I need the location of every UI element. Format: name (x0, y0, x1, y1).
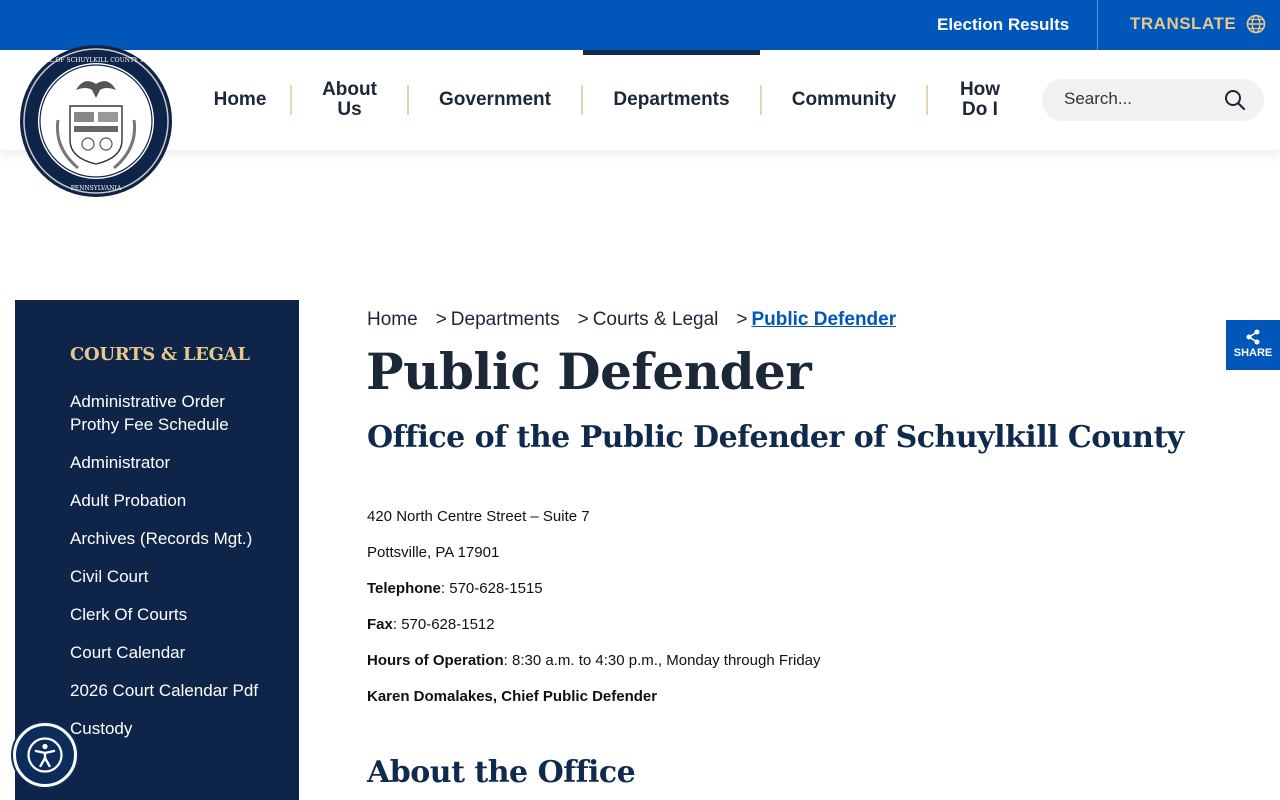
nav-about-us[interactable]: About Us (292, 50, 407, 150)
breadcrumb-home[interactable]: Home (367, 309, 418, 331)
sidebar-title[interactable]: COURTS & LEGAL (70, 344, 250, 365)
sidebar-item-court-calendar[interactable]: Court Calendar (70, 641, 260, 664)
translate-label: TRANSLATE (1130, 14, 1237, 33)
seal-text-bottom: PENNSYLVANIA (71, 185, 122, 192)
office-info: 420 North Centre Street – Suite 7 Pottsv… (367, 508, 821, 724)
translate-button[interactable]: TRANSLATE (1130, 14, 1266, 34)
nav-departments[interactable]: Departments (583, 50, 760, 150)
telephone-label: Telephone (367, 580, 441, 597)
breadcrumb-departments[interactable]: Departments (451, 309, 560, 331)
share-button[interactable]: SHARE (1226, 320, 1280, 370)
sidebar-item-archives[interactable]: Archives (Records Mgt.) (70, 527, 260, 550)
sidebar-item-civil-court[interactable]: Civil Court (70, 565, 260, 588)
globe-icon (1246, 14, 1266, 34)
chief-row: Karen Domalakes, Chief Public Defender (367, 688, 821, 724)
about-heading: About the Office (367, 755, 636, 790)
fax-value: : 570-628-1512 (392, 616, 495, 633)
topbar-divider (1097, 0, 1098, 50)
hours-label: Hours of Operation (367, 652, 504, 669)
fax-label: Fax (367, 616, 393, 633)
address-line-1: 420 North Centre Street – Suite 7 (367, 508, 590, 525)
top-utility-bar: Election Results TRANSLATE (0, 0, 1280, 50)
sidebar-list: Administrative Order Prothy Fee Schedule… (70, 390, 260, 755)
page-title: Public Defender (366, 342, 812, 401)
breadcrumb-separator: > (577, 309, 589, 330)
election-results-link[interactable]: Election Results (937, 15, 1069, 35)
sidebar-item-adult-probation[interactable]: Adult Probation (70, 489, 260, 512)
breadcrumb: Home > Departments > Courts & Legal > Pu… (367, 309, 896, 331)
telephone-value: : 570-628-1515 (440, 580, 543, 597)
hours-row: Hours of Operation: 8:30 a.m. to 4:30 p.… (367, 652, 821, 688)
search-input[interactable] (1064, 89, 1224, 109)
search-icon[interactable] (1224, 89, 1246, 111)
telephone-row: Telephone: 570-628-1515 (367, 580, 821, 616)
nav-community[interactable]: Community (762, 50, 926, 150)
fax-row: Fax: 570-628-1512 (367, 616, 821, 652)
share-icon (1246, 329, 1260, 345)
address-line-2: Pottsville, PA 17901 (367, 544, 500, 561)
breadcrumb-courts-legal[interactable]: Courts & Legal (593, 309, 719, 331)
sidebar-item-custody[interactable]: Custody (70, 717, 260, 740)
breadcrumb-separator: > (435, 309, 447, 330)
sidebar-item-administrator[interactable]: Administrator (70, 451, 260, 474)
chief-defender: Karen Domalakes, Chief Public Defender (367, 688, 658, 705)
accessibility-button[interactable] (13, 723, 77, 787)
sidebar-item-clerk-of-courts[interactable]: Clerk Of Courts (70, 603, 260, 626)
search-box (1042, 79, 1264, 121)
nav-home[interactable]: Home (190, 50, 290, 150)
accessibility-icon (27, 737, 63, 773)
breadcrumb-current[interactable]: Public Defender (751, 309, 896, 331)
breadcrumb-separator: > (736, 309, 748, 330)
share-label: SHARE (1233, 347, 1273, 359)
main-nav: Home About Us Government Departments Com… (190, 50, 1032, 150)
seal-text-top: SEAL OF SCHUYLKILL COUNTY 1811 (37, 57, 155, 64)
county-seal-logo[interactable]: SEAL OF SCHUYLKILL COUNTY 1811 PENNSYLVA… (18, 40, 174, 202)
page-subtitle: Office of the Public Defender of Schuylk… (367, 420, 1184, 455)
nav-government[interactable]: Government (409, 50, 581, 150)
sidebar-item-2026-calendar-pdf[interactable]: 2026 Court Calendar Pdf (70, 679, 260, 702)
sidebar-item-administrative-order[interactable]: Administrative Order Prothy Fee Schedule (70, 390, 260, 436)
hours-value: : 8:30 a.m. to 4:30 p.m., Monday through… (503, 652, 821, 669)
nav-how-do-i[interactable]: How Do I (928, 50, 1032, 150)
